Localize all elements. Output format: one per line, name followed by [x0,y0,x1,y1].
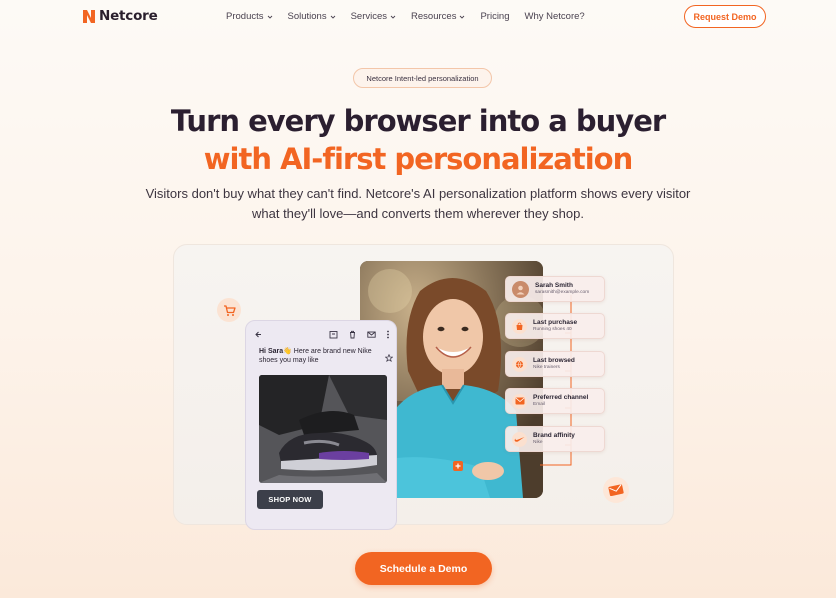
shopping-bag-icon [512,318,527,334]
wave-emoji-icon: 👋 [283,348,292,355]
menu-why-netcore[interactable]: Why Netcore? [525,11,585,22]
top-nav: Netcore Products Solutions Services Reso… [0,0,836,33]
menu-resources[interactable]: Resources [411,11,465,22]
avatar-icon [512,280,529,298]
plus-icon [455,463,461,469]
menu-label: Resources [411,11,457,22]
more-vertical-icon[interactable] [386,330,390,339]
chip-title: Last browsed [533,357,575,364]
email-toolbar [252,327,390,341]
greeting-name: Hi Sara [259,348,284,355]
email-phone-mockup: Hi Sara👋 Here are brand new Nike shoes y… [245,320,397,530]
connector-plus-marker [453,461,463,471]
menu-label: Solutions [287,11,327,22]
chip-title: Preferred channel [533,394,589,401]
cart-bubble [217,298,241,322]
menu-products[interactable]: Products [226,11,273,22]
shop-now-button[interactable]: SHOP NOW [257,490,323,509]
chip-subtitle: Nike trainers [533,365,560,370]
nike-swoosh-icon [512,431,527,447]
mail-icon[interactable] [367,330,376,339]
profile-chip-last-browsed: Last browsed Nike trainers [505,351,605,377]
chip-title: Brand affinity [533,432,575,439]
email-greeting: Hi Sara👋 Here are brand new Nike shoes y… [259,347,387,365]
chip-subtitle: Email [533,402,545,407]
archive-icon[interactable] [329,330,338,339]
hero-title-line-1: Turn every browser into a buyer [170,104,666,138]
profile-chip-name: Sarah Smith sarasmith@example.com [505,276,605,302]
menu-label: Pricing [480,11,510,22]
chip-subtitle: sarasmith@example.com [535,290,590,295]
hero-subtitle: Visitors don't buy what they can't find.… [145,186,691,221]
menu-solutions[interactable]: Solutions [288,11,336,22]
back-arrow-icon[interactable] [254,330,263,339]
menu-pricing[interactable]: Pricing [480,11,509,22]
profile-chip-preferred-channel: Preferred channel Email [505,388,605,414]
schedule-demo-button[interactable]: Schedule a Demo [355,552,492,585]
chevron-down-icon [390,15,396,19]
envelope-icon [512,393,527,409]
chip-title: Last purchase [533,319,578,326]
menu-label: Products [226,11,264,22]
chevron-down-icon [330,15,335,19]
envelope-icon [608,484,624,496]
hero-tag-pill: Netcore Intent-led personalization [353,68,492,88]
menu-label: Why Netcore? [524,11,585,22]
profile-chip-brand-affinity: Brand affinity Nike [505,426,605,452]
chip-subtitle: Running shoes 40 [533,327,572,332]
profile-chip-last-purchase: Last purchase Running shoes 40 [505,313,605,339]
star-icon[interactable] [385,354,393,362]
main-menu: Products Solutions Services Resources Pr… [226,11,600,22]
chevron-down-icon [460,15,465,19]
netcore-logo[interactable]: Netcore [82,8,158,24]
email-bubble [603,477,629,503]
chip-subtitle: Nike [533,440,543,445]
request-demo-button[interactable]: Request Demo [684,5,766,28]
menu-label: Services [350,11,388,22]
globe-icon [512,356,527,372]
sneaker-illustration [259,375,387,483]
netcore-logo-icon [83,9,95,23]
chevron-down-icon [267,15,272,19]
menu-services[interactable]: Services [351,11,396,22]
hero-title-line-2: with AI-first personalization [203,142,634,176]
product-image[interactable] [259,375,387,483]
shopping-cart-icon [223,304,236,316]
brand-name: Netcore [99,8,158,24]
chip-title: Sarah Smith [535,282,573,289]
trash-icon[interactable] [348,330,357,339]
